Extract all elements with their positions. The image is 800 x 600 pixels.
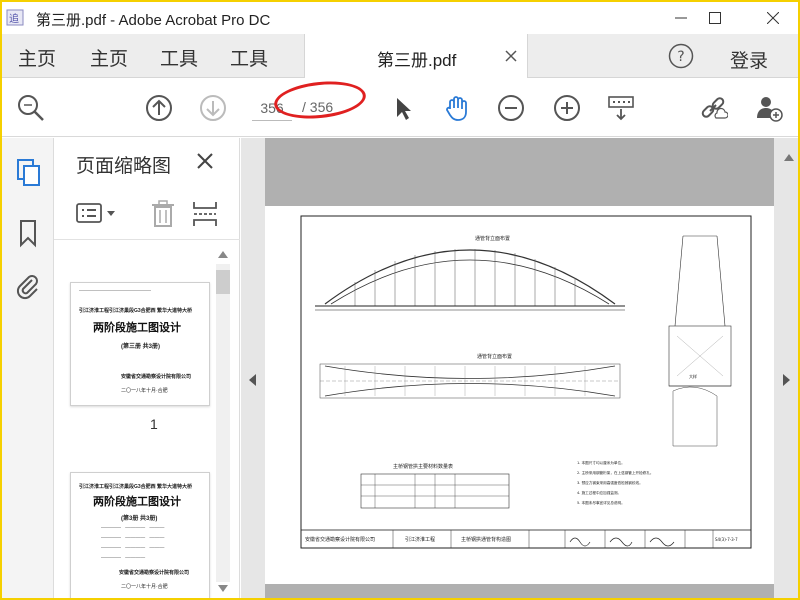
thumb1-date: 二〇一八年十月·合肥 [121,388,168,394]
left-icon-rail [2,138,54,598]
detail-label: 大样 [689,373,697,379]
svg-text:?: ? [677,49,684,65]
titleblock-sheet: 主桥钢拱通管背构造图 [461,536,511,543]
thumb1-project: 引江济淮工程引江济巢段G3合肥西 繁华大道特大桥 [79,308,193,314]
hand-tool-icon[interactable] [442,93,472,123]
elevation-title: 通管背立面布置 [475,235,510,242]
material-table-title: 主桥钢管拱主要材料数量表 [393,463,453,470]
select-cursor-icon[interactable] [388,93,418,123]
tab-bar: 主页 主页 工具 工具 第三册.pdf ? 登录 [2,34,798,78]
thumb2-volume: (第3册 共3册) [121,516,158,522]
tab-home-2[interactable]: 主页 [90,44,128,71]
bookmarks-icon[interactable] [14,218,42,248]
thumbnail-1-number: 1 [150,416,158,432]
page-thumbnail-1[interactable]: —————————————————— 引江济淮工程引江济巢段G3合肥西 繁华大道… [70,282,210,406]
note-1: 1. 本图尺寸均以厘米为单位。 [577,460,625,465]
thumbnails-scroll-thumb[interactable] [216,270,230,294]
note-4: 4. 施工过程中应加强监测。 [577,490,621,495]
thumb2-project: 引江济淮工程引江济巢段G3合肥西 繁华大道特大桥 [79,484,193,490]
collapse-right-panel[interactable] [774,138,798,598]
pdf-page-drawing[interactable]: 通管背立面布置 通管背立面布置 大样 主桥钢管拱主要材料数量表 1. 本图尺寸均… [265,206,774,584]
titleblock-sheet-no: S4(3)-7-3-7 [715,537,738,542]
close-panel-icon[interactable] [196,152,214,175]
next-page-icon[interactable] [198,93,228,123]
tab-home[interactable]: 主页 [18,44,56,71]
app-icon: 追 [6,8,32,28]
note-2: 2. 主桥采用钢管桁架，在上弦钢管上开检修孔。 [577,470,653,475]
delete-page-icon[interactable] [150,200,176,233]
zoom-out-icon[interactable] [496,93,526,123]
thumbnails-toolbar [54,188,240,240]
share-link-icon[interactable] [698,93,729,123]
titleblock-company: 安徽省交通勘察设计院有限公司 [305,536,375,543]
thumb1-company: 安徽省交通勘察设计院有限公司 [121,374,192,380]
titleblock-project: 引江济淮工程 [405,536,435,543]
thumb1-design-title: 两阶段施工图设计 [93,322,181,334]
close-tab-icon[interactable] [505,49,517,67]
document-tab-label: 第三册.pdf [377,51,457,70]
thumbnails-panel: 页面缩略图 —————————————————— 引江济淮工程引江济巢段G3合肥… [54,138,240,598]
thumb2-company: 安徽省交通勘察设计院有限公司 [119,570,190,576]
title-bar: 追 第三册.pdf - Adobe Acrobat Pro DC [2,2,798,34]
svg-text:追: 追 [9,12,19,25]
note-5: 5. 本图未尽事宜详见总说明。 [577,500,625,505]
thumb1-volume: (第三册 共3册) [121,344,161,350]
acrobat-window: 追 第三册.pdf - Adobe Acrobat Pro DC 主页 主页 工… [0,0,800,600]
tab-tools[interactable]: 工具 [160,44,198,71]
attachments-icon[interactable] [14,272,42,302]
add-user-icon[interactable] [754,93,784,123]
options-menu-icon[interactable] [76,202,118,231]
page-thumbnail-2[interactable]: 引江济淮工程引江济巢段G3合肥西 繁华大道特大桥 两阶段施工图设计 (第3册 共… [70,472,210,598]
tab-tools-2[interactable]: 工具 [230,44,268,71]
zoom-search-icon[interactable] [16,93,46,123]
maximize-button[interactable] [692,2,738,34]
insert-page-icon[interactable] [192,200,218,233]
document-view: 通管背立面布置 通管背立面布置 大样 主桥钢管拱主要材料数量表 1. 本图尺寸均… [241,138,798,598]
main-toolbar: 356 / 356 [2,79,798,137]
thumb2-design-title: 两阶段施工图设计 [93,496,181,508]
page-thumbnails-icon[interactable] [14,158,42,188]
collapse-left-panel[interactable] [241,138,265,598]
note-3: 3. 预应力钢束采用高强度低松弛钢绞线。 [577,480,643,485]
document-tab[interactable]: 第三册.pdf [304,34,528,78]
login-button[interactable]: 登录 [730,46,768,73]
thumbnails-panel-title: 页面缩略图 [76,156,172,177]
thumbnails-scrollbar[interactable] [214,246,232,596]
zoom-in-icon[interactable] [552,93,582,123]
help-icon[interactable]: ? [668,43,694,69]
previous-page-icon[interactable] [144,93,174,123]
close-window-button[interactable] [750,2,796,34]
window-title: 第三册.pdf - Adobe Acrobat Pro DC [36,12,271,29]
page-display-icon[interactable] [606,93,636,123]
plan-title: 通管背立面布置 [477,353,512,360]
thumb2-date: 二〇一八年十月·合肥 [121,584,168,590]
